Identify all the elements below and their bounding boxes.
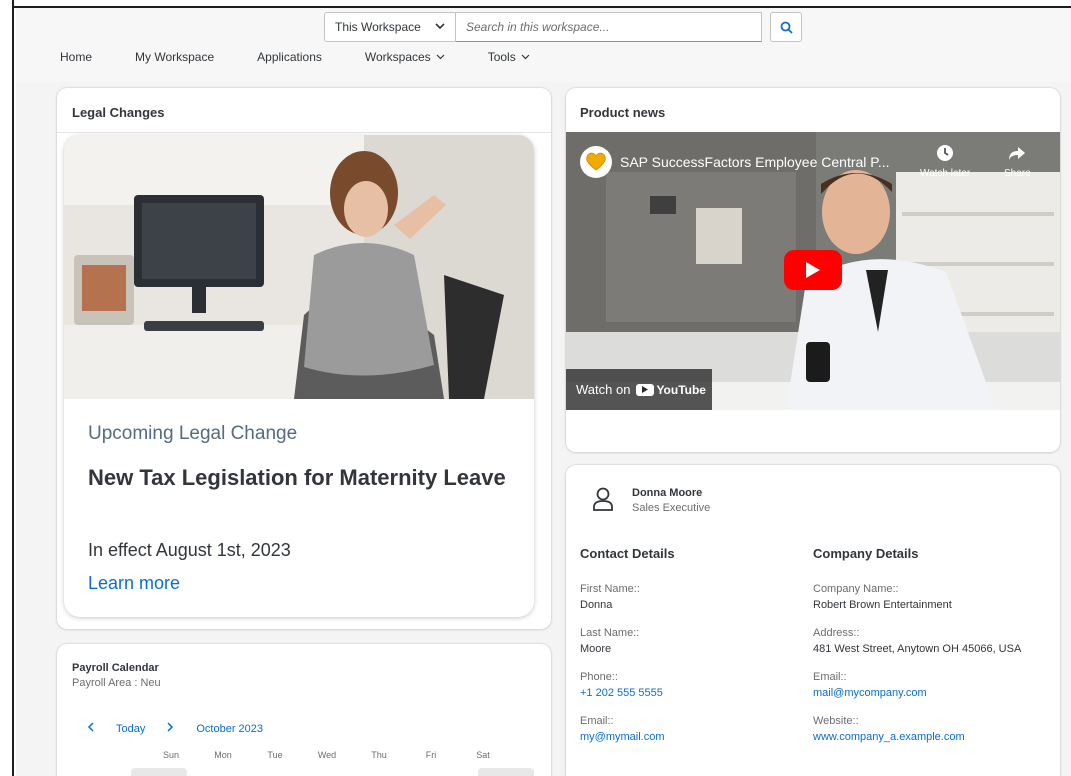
calendar-weekday-header: Sun Mon Tue Wed Thu Fri Sat (145, 750, 545, 760)
company-name-value: Robert Brown Entertainment (813, 599, 952, 611)
calendar-navigation: Today October 2023 (87, 722, 285, 735)
card-title: Payroll Calendar (72, 662, 159, 674)
watch-later-label: Watch later (920, 168, 971, 179)
legal-effective-date: In effect August 1st, 2023 (88, 540, 291, 560)
search-scope-label: This Workspace (335, 20, 421, 34)
company-details-title: Company Details (813, 546, 919, 561)
phone-link[interactable]: +1 202 555 5555 (580, 687, 663, 699)
person-icon (592, 487, 614, 516)
company-name-label: Company Name:: (813, 583, 899, 595)
watch-later-button[interactable]: Watch later (920, 144, 970, 179)
last-name-label: Last Name:: (580, 627, 640, 639)
email-label: Email:: (580, 715, 614, 727)
legal-subtitle: Upcoming Legal Change (88, 423, 298, 444)
legal-headline: New Tax Legislation for Maternity Leave (88, 465, 506, 490)
calendar-month-button[interactable]: October 2023 (196, 723, 263, 735)
weekday-label: Mon (214, 750, 232, 760)
play-button[interactable] (784, 250, 842, 290)
nav-item-label: Home (60, 50, 93, 64)
share-icon (1009, 147, 1026, 160)
first-name-value: Donna (580, 599, 613, 611)
window-left-border (0, 0, 14, 776)
contact-details-title: Contact Details (580, 546, 675, 561)
weekday-label: Thu (371, 750, 387, 760)
email-link[interactable]: my@mymail.com (580, 731, 665, 743)
address-label: Address:: (813, 627, 860, 639)
chevron-down-icon (435, 21, 445, 33)
youtube-logo: YouTube (636, 383, 706, 397)
search-bar: This Workspace Search in this workspace.… (324, 12, 802, 42)
weekday-label: Wed (317, 750, 337, 760)
weekday-label: Fri (425, 750, 437, 760)
top-navigation: Home My Workspace Applications Workspace… (60, 50, 573, 64)
play-icon (806, 262, 820, 278)
nav-item-applications[interactable]: Applications (257, 50, 322, 64)
chevron-down-icon (521, 52, 530, 63)
video-title[interactable]: SAP SuccessFactors Employee Central P... (620, 154, 890, 170)
weekday-label: Sun (162, 750, 179, 760)
nav-item-home[interactable]: Home (60, 50, 92, 64)
calendar-day-cell[interactable] (478, 768, 534, 776)
payroll-calendar-card: Payroll Calendar Payroll Area : Neu Toda… (57, 644, 551, 776)
chevron-left-icon[interactable] (87, 722, 94, 735)
share-label: Share (1004, 168, 1031, 179)
youtube-play-icon (636, 383, 655, 396)
maternity-photo (64, 135, 534, 399)
first-name-label: First Name:: (580, 583, 640, 595)
nav-item-label: Tools (487, 50, 516, 64)
shell-header: This Workspace Search in this workspace.… (16, 8, 1071, 82)
search-scope-select[interactable]: This Workspace (324, 12, 456, 42)
search-placeholder: Search in this workspace... (466, 20, 610, 34)
nav-item-tools[interactable]: Tools (488, 50, 530, 64)
nav-item-label: Applications (257, 50, 322, 64)
contact-card: Donna Moore Sales Executive Contact Deta… (566, 465, 1060, 776)
youtube-wordmark: YouTube (656, 382, 706, 397)
calendar-today-button[interactable]: Today (116, 723, 145, 735)
contact-role: Sales Executive (632, 502, 711, 514)
website-label: Website:: (813, 715, 859, 727)
watch-on-youtube-link[interactable]: Watch on YouTube (566, 369, 712, 410)
channel-logo-icon[interactable] (580, 146, 612, 178)
weekday-label: Tue (267, 750, 283, 760)
search-button[interactable] (770, 12, 802, 42)
legal-change-tile[interactable]: Upcoming Legal Change New Tax Legislatio… (64, 135, 534, 617)
weekday-label: Sat (476, 750, 490, 760)
contact-name: Donna Moore (632, 487, 703, 499)
company-email-label: Email:: (813, 671, 847, 683)
page-content: Legal Changes Upcoming Legal Change New … (16, 82, 1071, 776)
product-news-card: Product news SAP SuccessFactors Employee… (566, 88, 1060, 452)
nav-item-label: My Workspace (135, 50, 215, 64)
calendar-day-cell[interactable] (131, 768, 187, 776)
nav-item-workspaces[interactable]: Workspaces (365, 50, 445, 64)
chevron-right-icon[interactable] (167, 722, 174, 735)
website-link[interactable]: www.company_a.example.com (813, 731, 965, 743)
card-title: Product news (580, 105, 666, 120)
card-title: Legal Changes (72, 105, 165, 120)
last-name-value: Moore (580, 643, 612, 655)
nav-item-label: Workspaces (364, 50, 431, 64)
nav-item-my-workspace[interactable]: My Workspace (135, 50, 214, 64)
youtube-video-player[interactable]: SAP SuccessFactors Employee Central P...… (566, 132, 1060, 410)
learn-more-link[interactable]: Learn more (88, 573, 180, 594)
payroll-area: Payroll Area : Neu (72, 677, 161, 689)
divider (57, 132, 551, 133)
search-icon (780, 21, 793, 34)
share-button[interactable]: Share (1004, 144, 1031, 179)
chevron-down-icon (436, 52, 445, 63)
watch-on-label: Watch on (576, 382, 631, 397)
address-value: 481 West Street, Anytown OH 45066, USA (813, 643, 1022, 655)
search-input[interactable]: Search in this workspace... (456, 12, 762, 42)
phone-label: Phone:: (580, 671, 618, 683)
legal-changes-card: Legal Changes Upcoming Legal Change New … (57, 88, 551, 629)
clock-icon (937, 145, 954, 161)
company-email-link[interactable]: mail@mycompany.com (813, 687, 927, 699)
window-top-border (0, 0, 1071, 8)
